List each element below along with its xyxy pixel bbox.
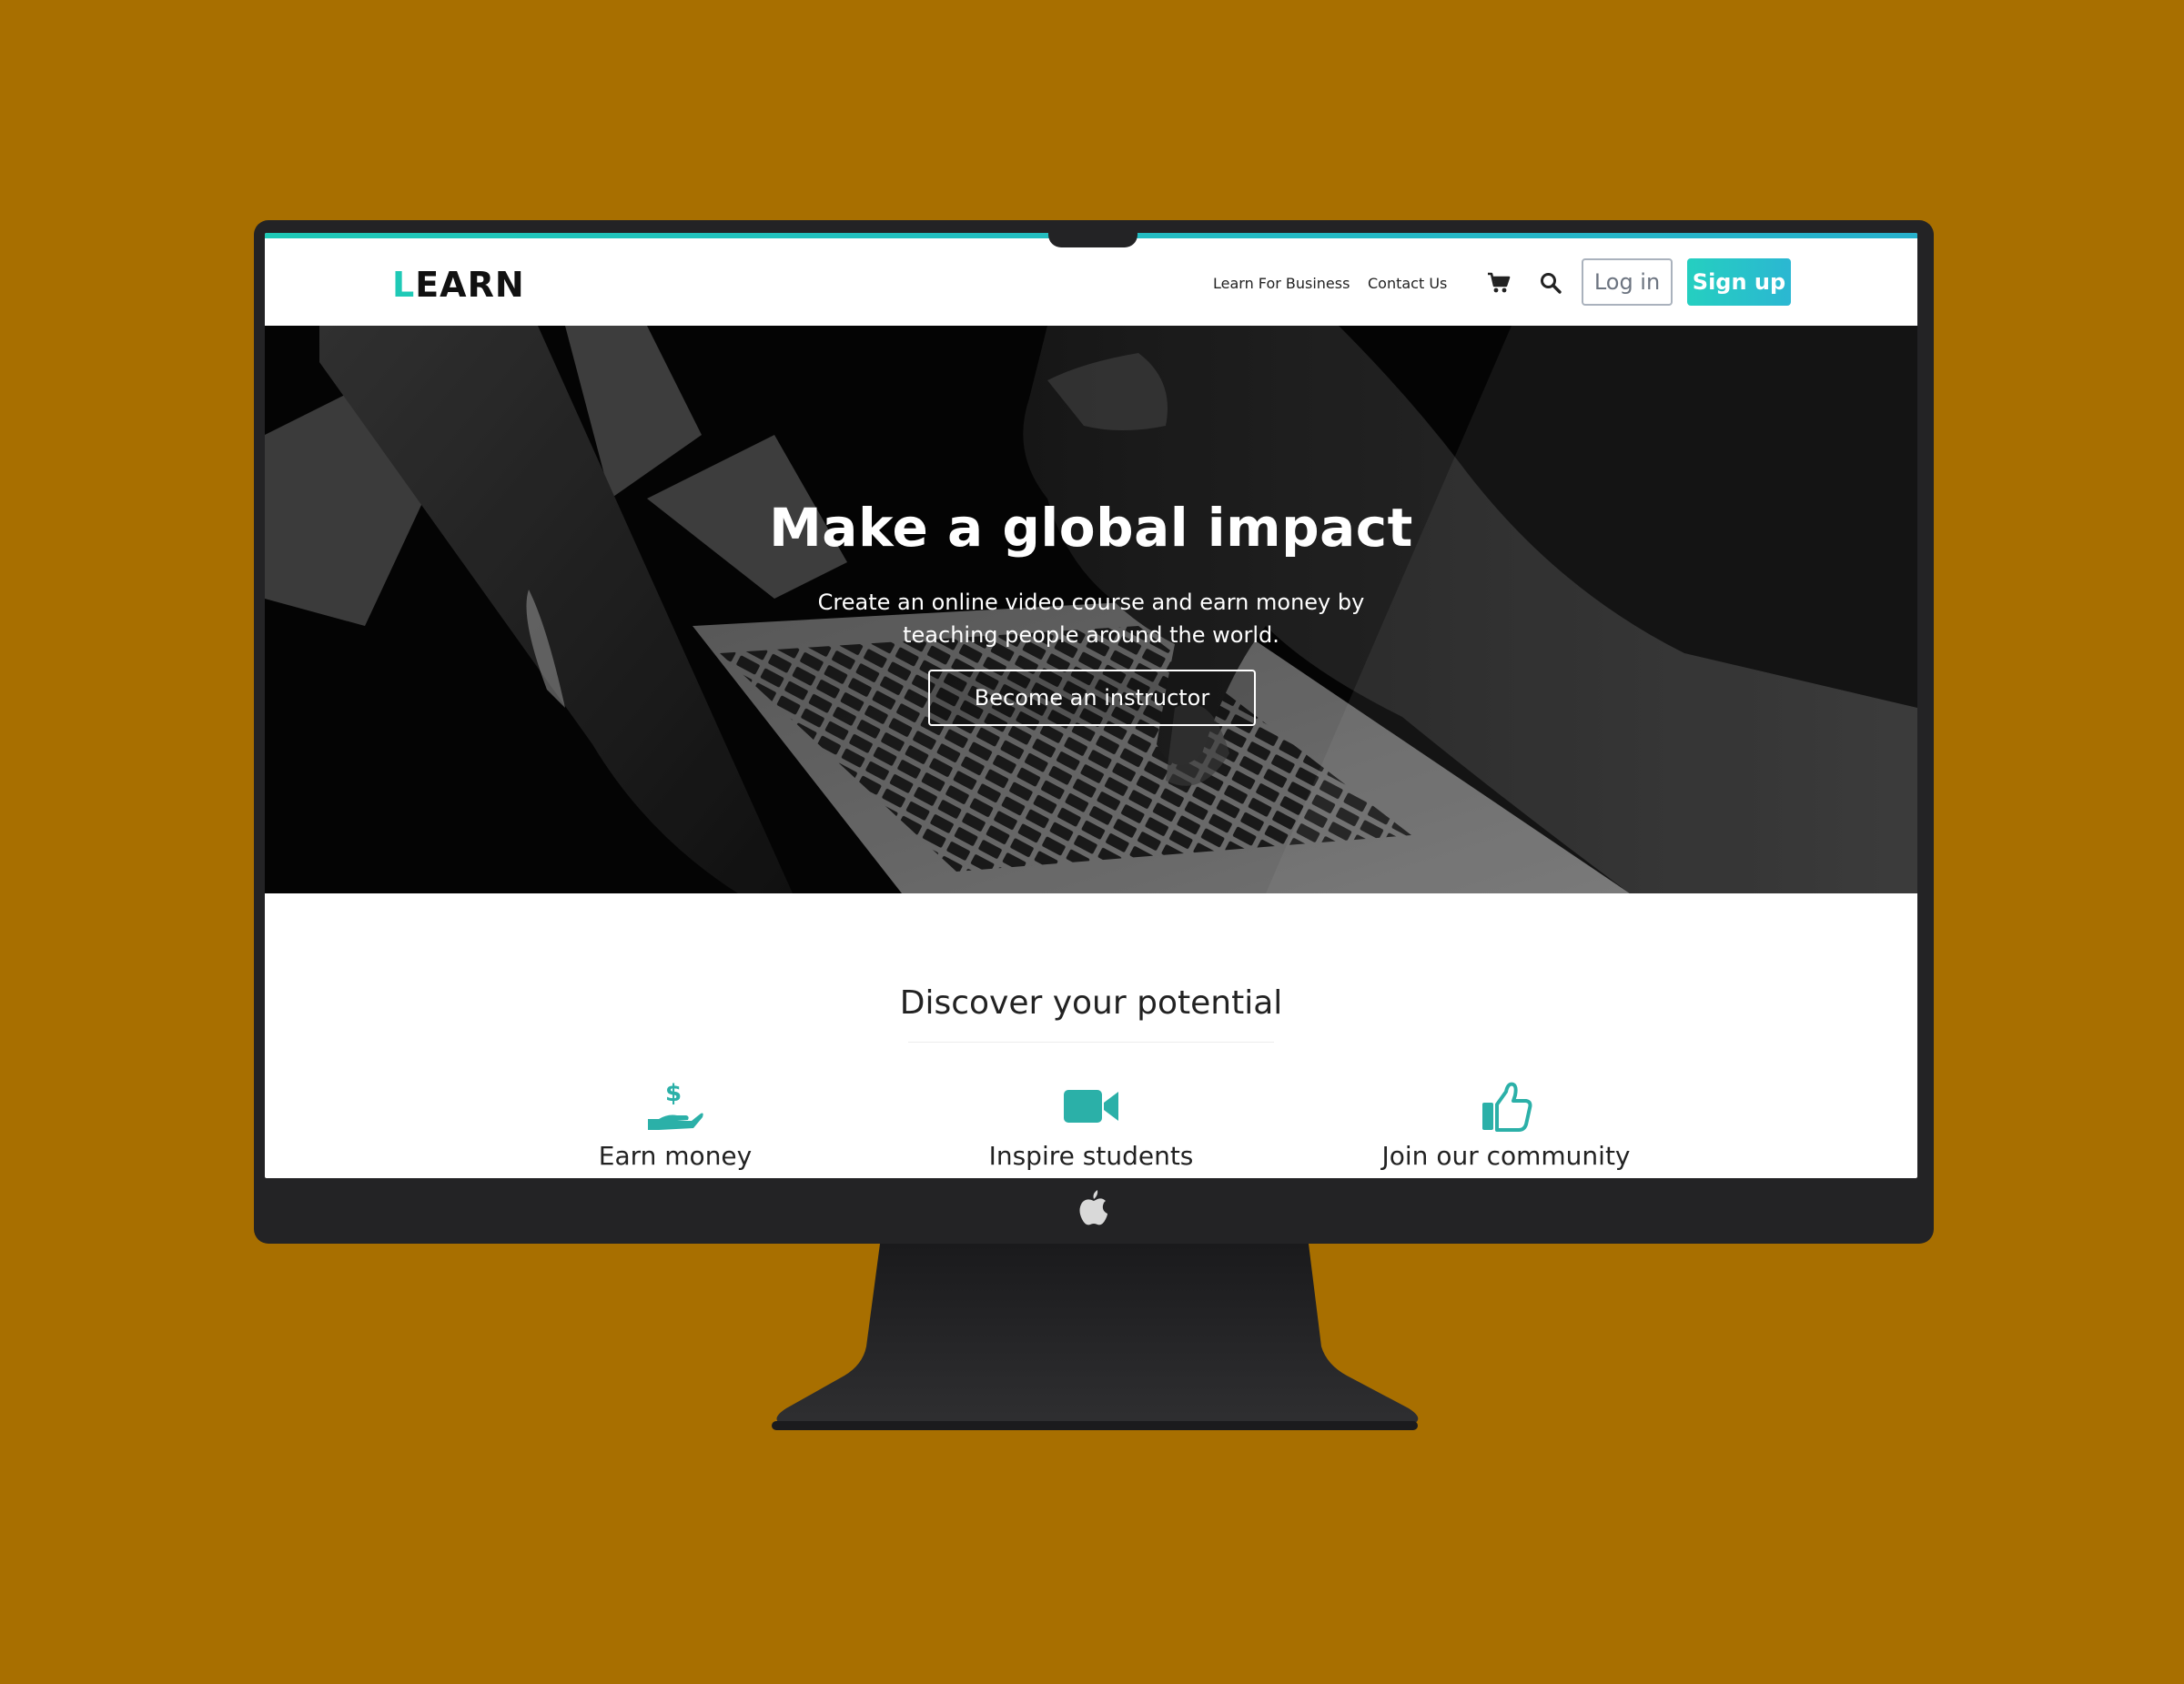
section-title: Discover your potential (899, 984, 1283, 1022)
hero-banner: Make a global impact Create an online vi… (265, 326, 1917, 893)
cart-icon[interactable] (1487, 271, 1511, 295)
site-logo[interactable]: LEARN (392, 265, 525, 305)
signup-button[interactable]: Sign up (1687, 258, 1791, 306)
feature-inspire-students: Inspire students (927, 1079, 1255, 1171)
webcam-notch (1048, 231, 1138, 247)
search-icon[interactable] (1539, 271, 1562, 295)
feature-label: Inspire students (988, 1141, 1194, 1171)
login-button[interactable]: Log in (1582, 258, 1673, 306)
nav-link-contact-us[interactable]: Contact Us (1368, 275, 1447, 292)
become-instructor-button[interactable]: Become an instructor (928, 670, 1256, 726)
hand-dollar-icon: $ (648, 1080, 703, 1130)
hero-subtitle-line-1: Create an online video course and earn m… (817, 590, 1365, 615)
section-divider (908, 1042, 1274, 1043)
logo-letter-l: L (392, 265, 416, 305)
video-camera-icon (1064, 1090, 1118, 1123)
thumbs-up-icon (1482, 1082, 1532, 1132)
browser-screen: LEARN Learn For Business Contact Us Log … (265, 233, 1917, 1178)
svg-text:$: $ (665, 1080, 682, 1107)
nav-link-learn-for-business[interactable]: Learn For Business (1213, 275, 1350, 292)
hero-subtitle: Create an online video course and earn m… (265, 586, 1917, 651)
feature-label: Earn money (598, 1141, 753, 1171)
hero-title: Make a global impact (769, 497, 1413, 559)
apple-logo-icon (1079, 1190, 1107, 1225)
site-navbar: LEARN Learn For Business Contact Us Log … (265, 238, 1917, 326)
hero-subtitle-line-2: teaching people around the world. (903, 622, 1279, 648)
feature-earn-money: $ Earn money (511, 1079, 839, 1171)
feature-join-community: Join our community (1342, 1079, 1670, 1171)
logo-text: EARN (415, 265, 525, 305)
feature-label: Join our community (1381, 1141, 1631, 1171)
